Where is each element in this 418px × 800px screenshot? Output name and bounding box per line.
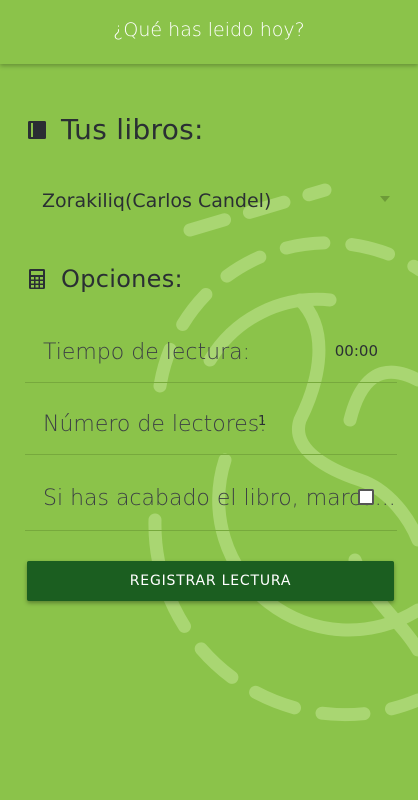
- reading-time-row[interactable]: Tiempo de lectura: 00:00: [25, 312, 397, 383]
- app-bar: ¿Qué has leido hoy?: [0, 0, 418, 64]
- register-reading-button[interactable]: REGISTRAR LECTURA: [27, 561, 394, 601]
- finished-checkbox[interactable]: [358, 489, 374, 505]
- finished-label: Si has acabado el libro, marca...: [43, 486, 396, 511]
- book-selector[interactable]: Zorakiliq(Carlos Candel): [42, 190, 392, 220]
- dropdown-arrow-icon: [380, 196, 390, 202]
- books-section-header: Tus libros:: [27, 113, 204, 146]
- main-content: Tus libros: Zorakiliq(Carlos Candel) Opc…: [0, 0, 418, 800]
- options-section-header: Opciones:: [27, 265, 183, 293]
- options-title: Opciones:: [61, 265, 183, 293]
- books-title: Tus libros:: [61, 113, 204, 146]
- reading-time-label: Tiempo de lectura:: [43, 340, 251, 365]
- readers-count[interactable]: 1: [258, 414, 266, 429]
- book-icon: [28, 120, 46, 139]
- page-title: ¿Qué has leido hoy?: [113, 19, 305, 41]
- book-selector-value: Zorakiliq(Carlos Candel): [42, 190, 272, 212]
- readers-label: Número de lectores:: [43, 412, 267, 437]
- finished-row[interactable]: Si has acabado el libro, marca...: [25, 456, 397, 531]
- readers-row[interactable]: Número de lectores: 1: [25, 384, 397, 455]
- calculator-icon: [29, 269, 45, 289]
- reading-time-value[interactable]: 00:00: [335, 342, 378, 360]
